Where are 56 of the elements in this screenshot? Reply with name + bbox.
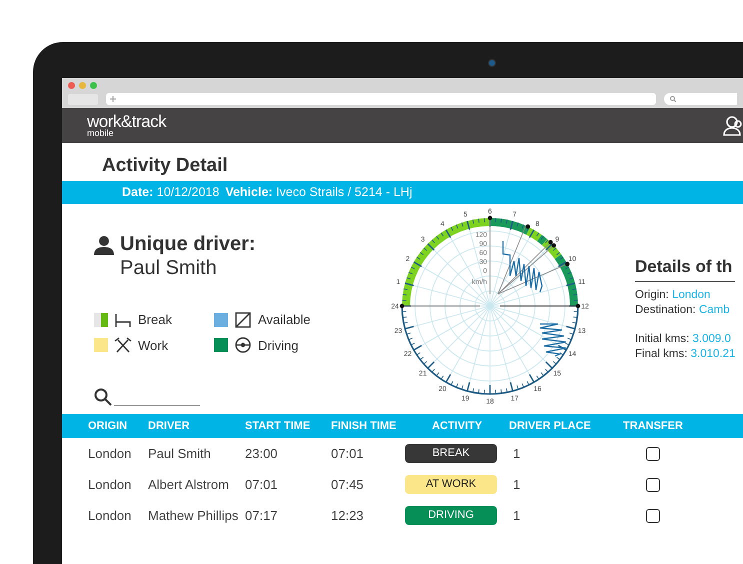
table-cell-text: 07:45 bbox=[331, 476, 365, 494]
transfer-checkbox[interactable] bbox=[646, 478, 660, 492]
maximize-window-button[interactable] bbox=[90, 82, 97, 89]
table-cell-text: London bbox=[88, 444, 132, 463]
logo: work&track bbox=[87, 113, 166, 130]
info-text: Date: 10/12/2018 bbox=[122, 184, 220, 202]
table-cell-text: 12:23 bbox=[331, 506, 365, 525]
page-title: Activity Detail bbox=[101, 154, 229, 178]
activity-badge: AT WORK bbox=[405, 475, 497, 494]
search-icon bbox=[670, 96, 676, 102]
hammers-icon bbox=[114, 336, 132, 354]
plus-icon bbox=[110, 96, 116, 102]
transfer-checkbox[interactable] bbox=[646, 508, 660, 522]
table-cell-text: London bbox=[88, 506, 132, 525]
table-cell-text: Mathew Phillips bbox=[148, 506, 240, 525]
slashed-square-icon bbox=[234, 310, 252, 329]
activity-badge: DRIVING bbox=[405, 506, 497, 525]
table-cell-text: 23:00 bbox=[245, 444, 279, 463]
table-cell-text: Paul Smith bbox=[148, 444, 212, 463]
driver-name: Paul Smith bbox=[120, 256, 218, 280]
column-header: DRIVER PLACE bbox=[509, 418, 592, 434]
search-field[interactable] bbox=[664, 93, 737, 105]
table-cell-text: London bbox=[88, 476, 132, 494]
column-header: FINISH TIME bbox=[331, 418, 398, 434]
detail-text: Initial kms: 3.009.0 bbox=[635, 332, 732, 346]
table-cell-text: 07:01 bbox=[331, 444, 365, 463]
detail-text: Origin: London bbox=[635, 288, 712, 302]
column-header: ACTIVITY bbox=[430, 418, 484, 434]
info-text: Vehicle: Iveco Strails / 5214 - LHj bbox=[225, 184, 412, 202]
detail-text: Destination: Camb bbox=[635, 302, 731, 318]
table-cell-text: 07:01 bbox=[245, 476, 279, 494]
steering-wheel-icon bbox=[234, 336, 252, 354]
logo-subtitle: mobile bbox=[87, 129, 115, 138]
table-cell-text: 1 bbox=[512, 476, 522, 494]
search-icon[interactable] bbox=[94, 388, 112, 406]
users-icon[interactable] bbox=[723, 114, 743, 136]
column-header: START TIME bbox=[245, 418, 312, 434]
address-field[interactable] bbox=[106, 93, 656, 105]
transfer-checkbox[interactable] bbox=[646, 446, 660, 460]
table-cell-text: 07:17 bbox=[245, 506, 279, 525]
person-icon bbox=[94, 235, 114, 255]
legend-label: Work bbox=[138, 336, 168, 354]
table-cell-text: Albert Alstrom bbox=[148, 476, 230, 494]
column-header: ORIGIN bbox=[88, 418, 128, 434]
column-header: DRIVER bbox=[148, 418, 191, 434]
driver-label: Unique driver: bbox=[120, 232, 256, 256]
column-header: TRANSFER bbox=[622, 418, 684, 434]
table-cell-text: 1 bbox=[512, 506, 522, 525]
table-cell-text: 1 bbox=[512, 444, 522, 463]
activity-badge: BREAK bbox=[405, 444, 497, 463]
details-title: Details of th bbox=[635, 254, 736, 282]
close-window-button[interactable] bbox=[68, 82, 75, 89]
legend-label: Driving bbox=[258, 336, 298, 355]
legend-label: Available bbox=[258, 311, 311, 329]
legend-label: Break bbox=[138, 311, 172, 329]
detail-text: Final kms: 3.010.21 bbox=[635, 346, 736, 362]
